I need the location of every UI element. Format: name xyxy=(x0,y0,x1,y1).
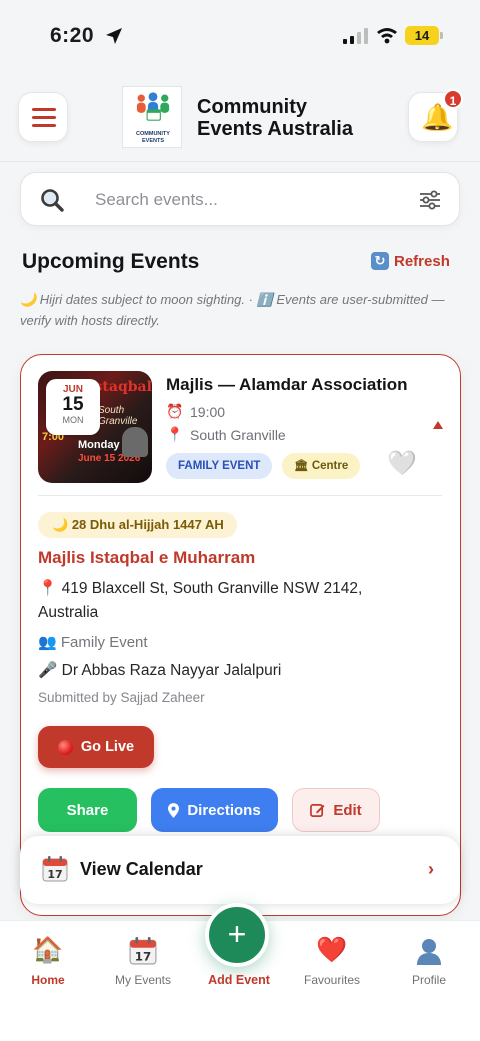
map-pin-icon: 📍 xyxy=(166,426,184,442)
event-address-value: 419 Blaxcell St, South Granville NSW 214… xyxy=(38,580,363,621)
hamburger-icon xyxy=(32,108,56,111)
app-logo: COMMUNITY EVENTS xyxy=(122,86,182,148)
hamburger-icon-bar xyxy=(32,124,56,127)
heart-icon: ❤️ xyxy=(316,936,348,964)
app-header: COMMUNITY EVENTS Community Events Austra… xyxy=(0,70,480,162)
tab-my-events[interactable]: 17 My Events xyxy=(95,935,191,987)
event-place: 📍 South Granville xyxy=(166,426,286,443)
logo-caption: COMMUNITY xyxy=(136,131,170,137)
app-title-line1: Community xyxy=(197,96,307,118)
date-day: 15 xyxy=(62,394,84,415)
tab-favourites-label: Favourites xyxy=(303,973,361,987)
section-title: Upcoming Events xyxy=(22,250,200,273)
add-event-label[interactable]: Add Event xyxy=(190,973,288,987)
microphone-icon: 🎤 xyxy=(38,662,58,679)
view-calendar-button[interactable]: 17 View Calendar › xyxy=(20,836,460,904)
refresh-icon: ↻ xyxy=(371,252,389,270)
svg-text:17: 17 xyxy=(47,868,62,881)
search-input[interactable] xyxy=(95,185,395,215)
edit-pencil-icon xyxy=(310,803,325,817)
date-weekday: MON xyxy=(62,415,84,425)
chevron-right-icon: › xyxy=(428,859,434,879)
venue-type-label: Centre xyxy=(311,460,349,472)
speaker-photo xyxy=(122,427,148,457)
building-icon: 🏛 xyxy=(294,460,309,472)
share-button[interactable]: Share xyxy=(38,788,137,832)
location-pin-icon xyxy=(168,802,180,818)
venue-type-badge: 🏛 Centre xyxy=(282,453,361,479)
tab-home[interactable]: 🏠 Home xyxy=(0,935,96,987)
event-poster-image[interactable]: Istaqbal South Granville 7:00 Monday Jun… xyxy=(38,371,152,483)
menu-button[interactable] xyxy=(18,92,68,142)
edit-button[interactable]: Edit xyxy=(292,788,380,832)
refresh-button[interactable]: ↻ Refresh xyxy=(371,252,450,270)
go-live-label: Go Live xyxy=(80,739,135,755)
notification-badge: 1 xyxy=(443,89,463,109)
directions-button[interactable]: Directions xyxy=(151,788,278,832)
house-icon: 🏠 xyxy=(32,936,64,964)
cellular-signal-icon xyxy=(343,28,368,44)
crescent-moon-icon: 🌙 xyxy=(52,517,69,532)
event-title[interactable]: Majlis — Alamdar Association xyxy=(166,375,418,395)
alarm-clock-icon: ⏰ xyxy=(166,403,184,419)
status-time: 6:20 xyxy=(50,24,95,47)
location-arrow-icon xyxy=(106,28,122,44)
event-type-badge: FAMILY EVENT xyxy=(166,453,273,479)
divider xyxy=(38,495,442,496)
view-calendar-label: View Calendar xyxy=(80,859,203,879)
tab-profile-label: Profile xyxy=(411,973,446,987)
logo-caption-2: EVENTS xyxy=(141,138,164,144)
event-speaker: 🎤 Dr Abbas Raza Nayyar Jalalpuri xyxy=(38,661,281,680)
filter-sliders-icon[interactable] xyxy=(419,190,441,210)
wifi-icon xyxy=(377,28,397,44)
notifications-button[interactable]: 🔔 1 xyxy=(408,89,463,142)
hijri-date-badge: 🌙 28 Dhu al-Hijjah 1447 AH xyxy=(38,512,237,538)
event-address[interactable]: 📍 419 Blaxcell St, South Granville NSW 2… xyxy=(38,577,418,625)
collapse-caret-icon[interactable] xyxy=(433,421,443,429)
app-title: Community Events Australia xyxy=(197,96,353,140)
poster-venue: South Granville xyxy=(98,405,138,427)
red-circle-icon xyxy=(57,739,73,755)
svg-text:17: 17 xyxy=(135,950,151,964)
event-category: 👥 Family Event xyxy=(38,633,148,651)
search-icon xyxy=(41,189,64,212)
event-card[interactable]: Istaqbal South Granville 7:00 Monday Jun… xyxy=(20,354,461,916)
edit-label: Edit xyxy=(333,801,362,819)
search-bar xyxy=(20,172,460,226)
tab-home-label: Home xyxy=(31,973,65,987)
bottom-tab-bar: 🏠 Home 17 My Events + Add Event ❤️ Favou… xyxy=(0,903,480,1041)
event-date-badge: JUN 15 MON xyxy=(46,379,100,435)
event-category-value: Family Event xyxy=(60,634,148,651)
directions-label: Directions xyxy=(187,801,261,819)
map-pin-icon: 📍 xyxy=(38,580,58,597)
people-icon: 👥 xyxy=(38,634,57,651)
status-bar: 6:20 14 xyxy=(0,0,480,70)
person-silhouette-icon xyxy=(417,939,441,965)
event-time: ⏰ 19:00 xyxy=(166,403,225,420)
tab-my-events-label: My Events xyxy=(114,973,171,987)
battery-icon xyxy=(440,32,443,39)
event-time-value: 19:00 xyxy=(190,403,226,420)
tab-favourites[interactable]: ❤️ Favourites xyxy=(284,935,380,987)
app-title-line2: Events Australia xyxy=(197,118,353,140)
event-subtitle: Majlis Istaqbal e Muharram xyxy=(38,548,256,567)
poster-day: Monday xyxy=(78,439,120,451)
submitted-by: Submitted by Sajjad Zaheer xyxy=(38,690,205,705)
event-speaker-value: Dr Abbas Raza Nayyar Jalalpuri xyxy=(61,662,282,679)
calendar-icon: 17 xyxy=(129,937,157,965)
disclaimer-notice: 🌙 Hijri dates subject to moon sighting. … xyxy=(20,292,445,328)
people-logo-icon xyxy=(136,92,170,121)
add-event-button[interactable]: + xyxy=(205,903,269,967)
plus-icon: + xyxy=(227,916,247,952)
tab-profile[interactable]: Profile xyxy=(381,935,477,987)
hamburger-icon-bar xyxy=(32,116,56,119)
event-place-value: South Granville xyxy=(190,426,286,443)
favourite-heart-icon[interactable]: 🤍 xyxy=(387,450,417,478)
share-label: Share xyxy=(66,801,109,819)
calendar-icon: 17 xyxy=(42,856,68,882)
hijri-date-value: 28 Dhu al-Hijjah 1447 AH xyxy=(71,517,224,532)
refresh-label: Refresh xyxy=(394,252,450,270)
go-live-button[interactable]: Go Live xyxy=(38,726,154,768)
battery-level: 14 xyxy=(405,26,439,45)
